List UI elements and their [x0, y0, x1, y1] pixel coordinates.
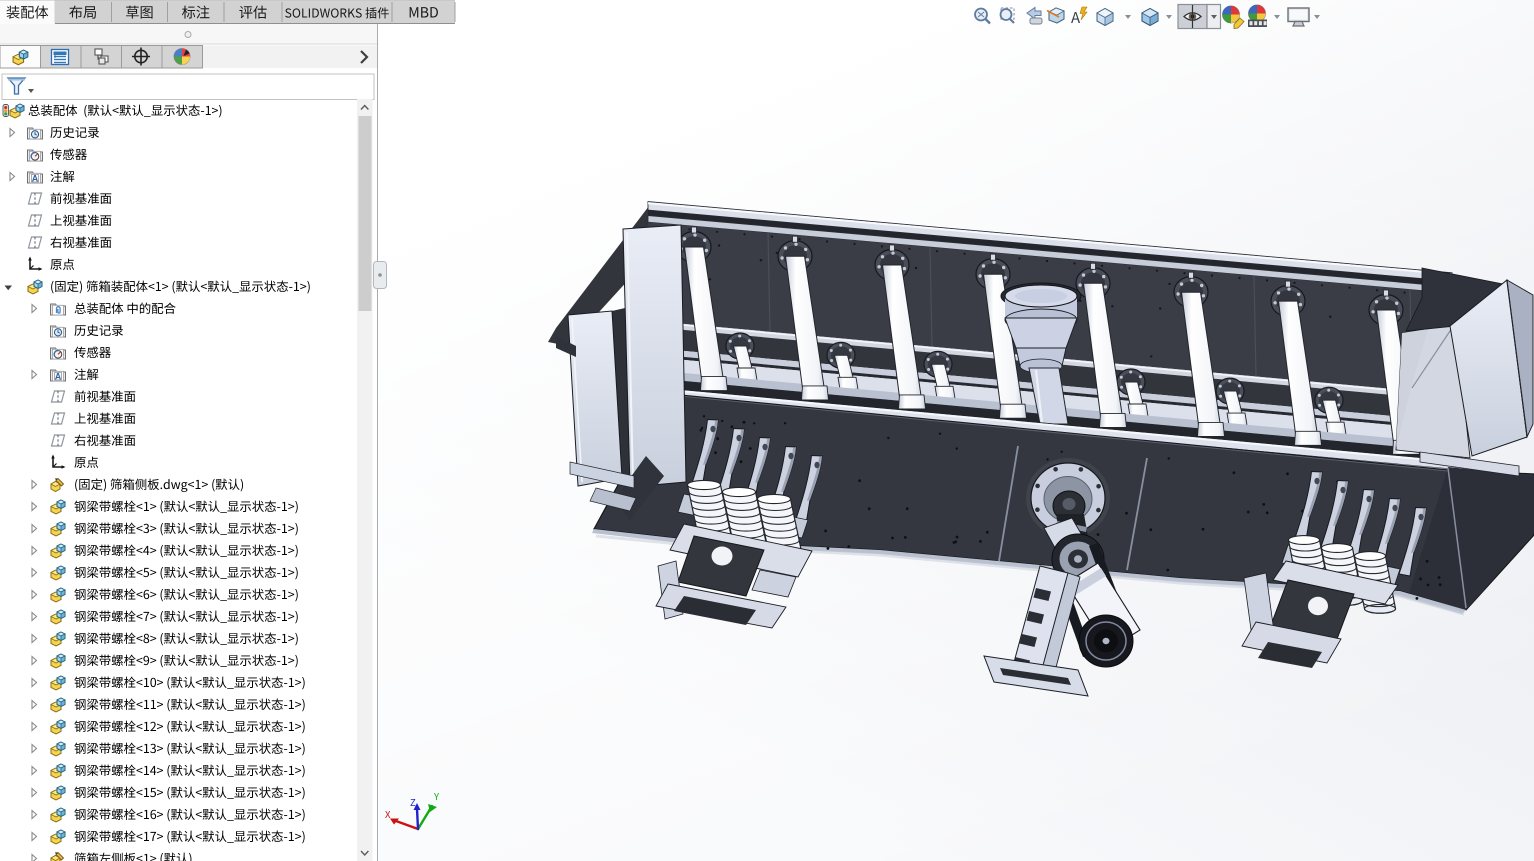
svg-text:A: A — [32, 174, 39, 184]
svg-text:A: A — [55, 372, 62, 382]
